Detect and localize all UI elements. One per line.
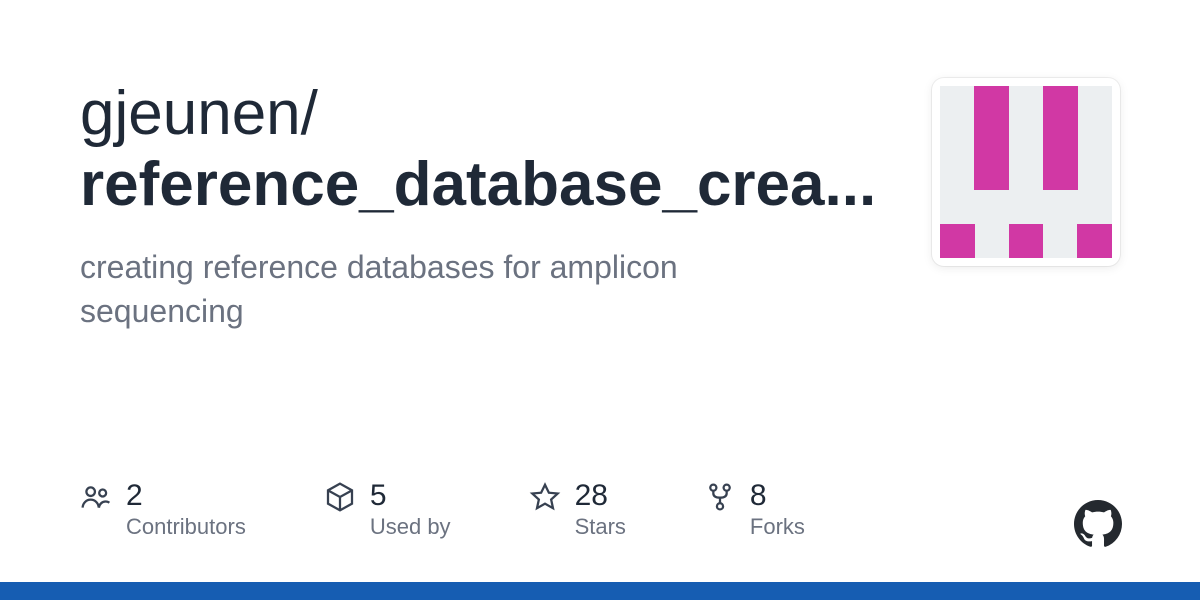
stat-label: Stars [575,514,626,540]
stat-label: Contributors [126,514,246,540]
stat-contributors[interactable]: 2 Contributors [80,479,246,540]
stat-value: 5 [370,479,451,512]
language-segment [0,582,1200,600]
people-icon [80,481,112,513]
star-icon [529,481,561,513]
github-logo-icon[interactable] [1074,500,1122,548]
stat-stars[interactable]: 28 Stars [529,479,626,540]
stat-label: Forks [750,514,805,540]
repo-description: creating reference databases for amplico… [80,245,840,335]
stat-forks[interactable]: 8 Forks [704,479,805,540]
stat-value: 8 [750,479,805,512]
fork-icon [704,481,736,513]
stat-label: Used by [370,514,451,540]
repo-owner[interactable]: gjeunen [80,79,301,148]
stat-value: 2 [126,479,246,512]
stat-value: 28 [575,479,626,512]
language-bar [0,582,1200,600]
stat-used-by[interactable]: 5 Used by [324,479,451,540]
identicon-icon [940,86,1112,258]
repo-name[interactable]: reference_database_crea... [80,150,876,219]
repo-stats: 2 Contributors 5 Used by 28 Stars 8 Fork… [80,479,805,540]
package-icon [324,481,356,513]
avatar[interactable] [932,78,1120,266]
repo-title: gjeunen/ reference_database_crea... [80,78,892,221]
